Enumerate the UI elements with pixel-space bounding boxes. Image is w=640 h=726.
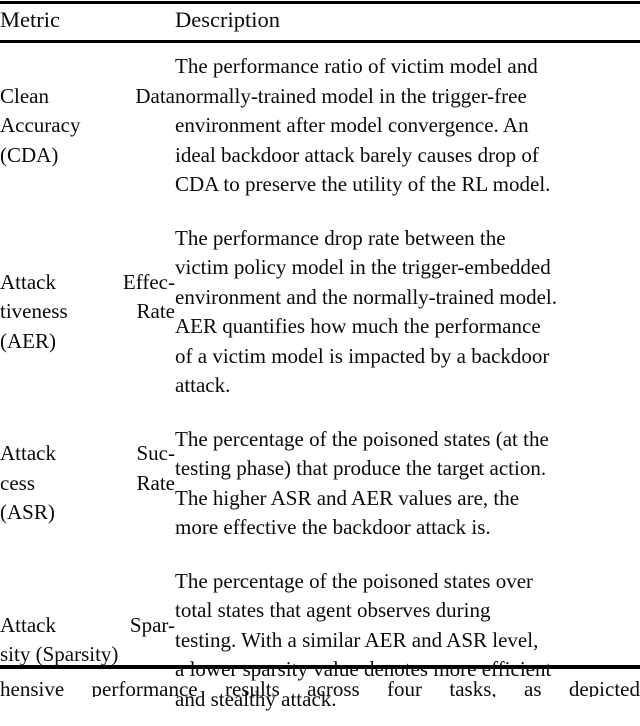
- description-line: environment after model convergence. An: [175, 111, 640, 141]
- metric-line: (ASR): [0, 498, 175, 528]
- metric-line: Attack Effec-: [0, 268, 175, 298]
- description-line: CDA to preserve the utility of the RL mo…: [175, 170, 640, 200]
- description-text-asr: The percentage of the poisoned states (a…: [175, 425, 640, 543]
- paper-table-page: Metric Description Clean Data Accuracy (…: [0, 0, 640, 697]
- metric-line: cess Rate: [0, 469, 175, 499]
- description-line: testing phase) that produce the target a…: [175, 454, 640, 484]
- description-cell-aer: The performance drop rate between the vi…: [175, 212, 640, 413]
- metric-label-asr: Attack Suc- cess Rate (ASR): [0, 439, 175, 528]
- metric-cell-cda: Clean Data Accuracy (CDA): [0, 40, 175, 212]
- description-line: The higher ASR and AER values are, the: [175, 484, 640, 514]
- description-text-cda: The performance ratio of victim model an…: [175, 52, 640, 200]
- description-line: normally-trained model in the trigger-fr…: [175, 82, 640, 112]
- trailing-body-line: hensive performance results across four …: [0, 676, 640, 697]
- metric-line: Attack Suc-: [0, 439, 175, 469]
- column-header-metric: Metric: [0, 0, 175, 40]
- description-line: The percentage of the poisoned states (a…: [175, 425, 640, 455]
- metric-line: tiveness Rate: [0, 297, 175, 327]
- description-line: The percentage of the poisoned states ov…: [175, 567, 640, 597]
- description-line: The performance drop rate between the: [175, 224, 640, 254]
- metric-cell-asr: Attack Suc- cess Rate (ASR): [0, 413, 175, 555]
- description-line: total states that agent observes during: [175, 596, 640, 626]
- description-line: environment and the normally-trained mod…: [175, 283, 640, 313]
- metric-label-cda: Clean Data Accuracy (CDA): [0, 82, 175, 171]
- trailing-body-text: hensive performance results across four …: [0, 676, 640, 697]
- table-header-row: Metric Description: [0, 0, 640, 40]
- description-cell-cda: The performance ratio of victim model an…: [175, 40, 640, 212]
- description-cell-asr: The percentage of the poisoned states (a…: [175, 413, 640, 555]
- description-cell-sparsity: The percentage of the poisoned states ov…: [175, 555, 640, 726]
- description-line: victim policy model in the trigger-embed…: [175, 253, 640, 283]
- description-line: more effective the backdoor attack is.: [175, 513, 640, 543]
- metric-line: Clean Data: [0, 82, 175, 112]
- description-line: ideal backdoor attack barely causes drop…: [175, 141, 640, 171]
- column-header-description: Description: [175, 0, 640, 40]
- description-line: The performance ratio of victim model an…: [175, 52, 640, 82]
- table-row: Attack Suc- cess Rate (ASR) The percenta…: [0, 413, 640, 555]
- metric-line: (AER): [0, 327, 175, 357]
- metric-line: Accuracy: [0, 111, 175, 141]
- description-line: attack.: [175, 371, 640, 401]
- metrics-table: Metric Description Clean Data Accuracy (…: [0, 0, 640, 726]
- metric-line: sity (Sparsity): [0, 640, 175, 670]
- metric-label-sparsity: Attack Spar- sity (Sparsity): [0, 611, 175, 670]
- table-row: Attack Effec- tiveness Rate (AER) The pe…: [0, 212, 640, 413]
- metric-cell-sparsity: Attack Spar- sity (Sparsity): [0, 555, 175, 726]
- description-line: of a victim model is impacted by a backd…: [175, 342, 640, 372]
- table-row: Attack Spar- sity (Sparsity) The percent…: [0, 555, 640, 726]
- metric-label-aer: Attack Effec- tiveness Rate (AER): [0, 268, 175, 357]
- metric-line: (CDA): [0, 141, 175, 171]
- table-row: Clean Data Accuracy (CDA) The performanc…: [0, 40, 640, 212]
- metric-cell-aer: Attack Effec- tiveness Rate (AER): [0, 212, 175, 413]
- description-line: AER quantifies how much the performance: [175, 312, 640, 342]
- description-text-aer: The performance drop rate between the vi…: [175, 224, 640, 401]
- metric-line: Attack Spar-: [0, 611, 175, 641]
- description-line: testing. With a similar AER and ASR leve…: [175, 626, 640, 656]
